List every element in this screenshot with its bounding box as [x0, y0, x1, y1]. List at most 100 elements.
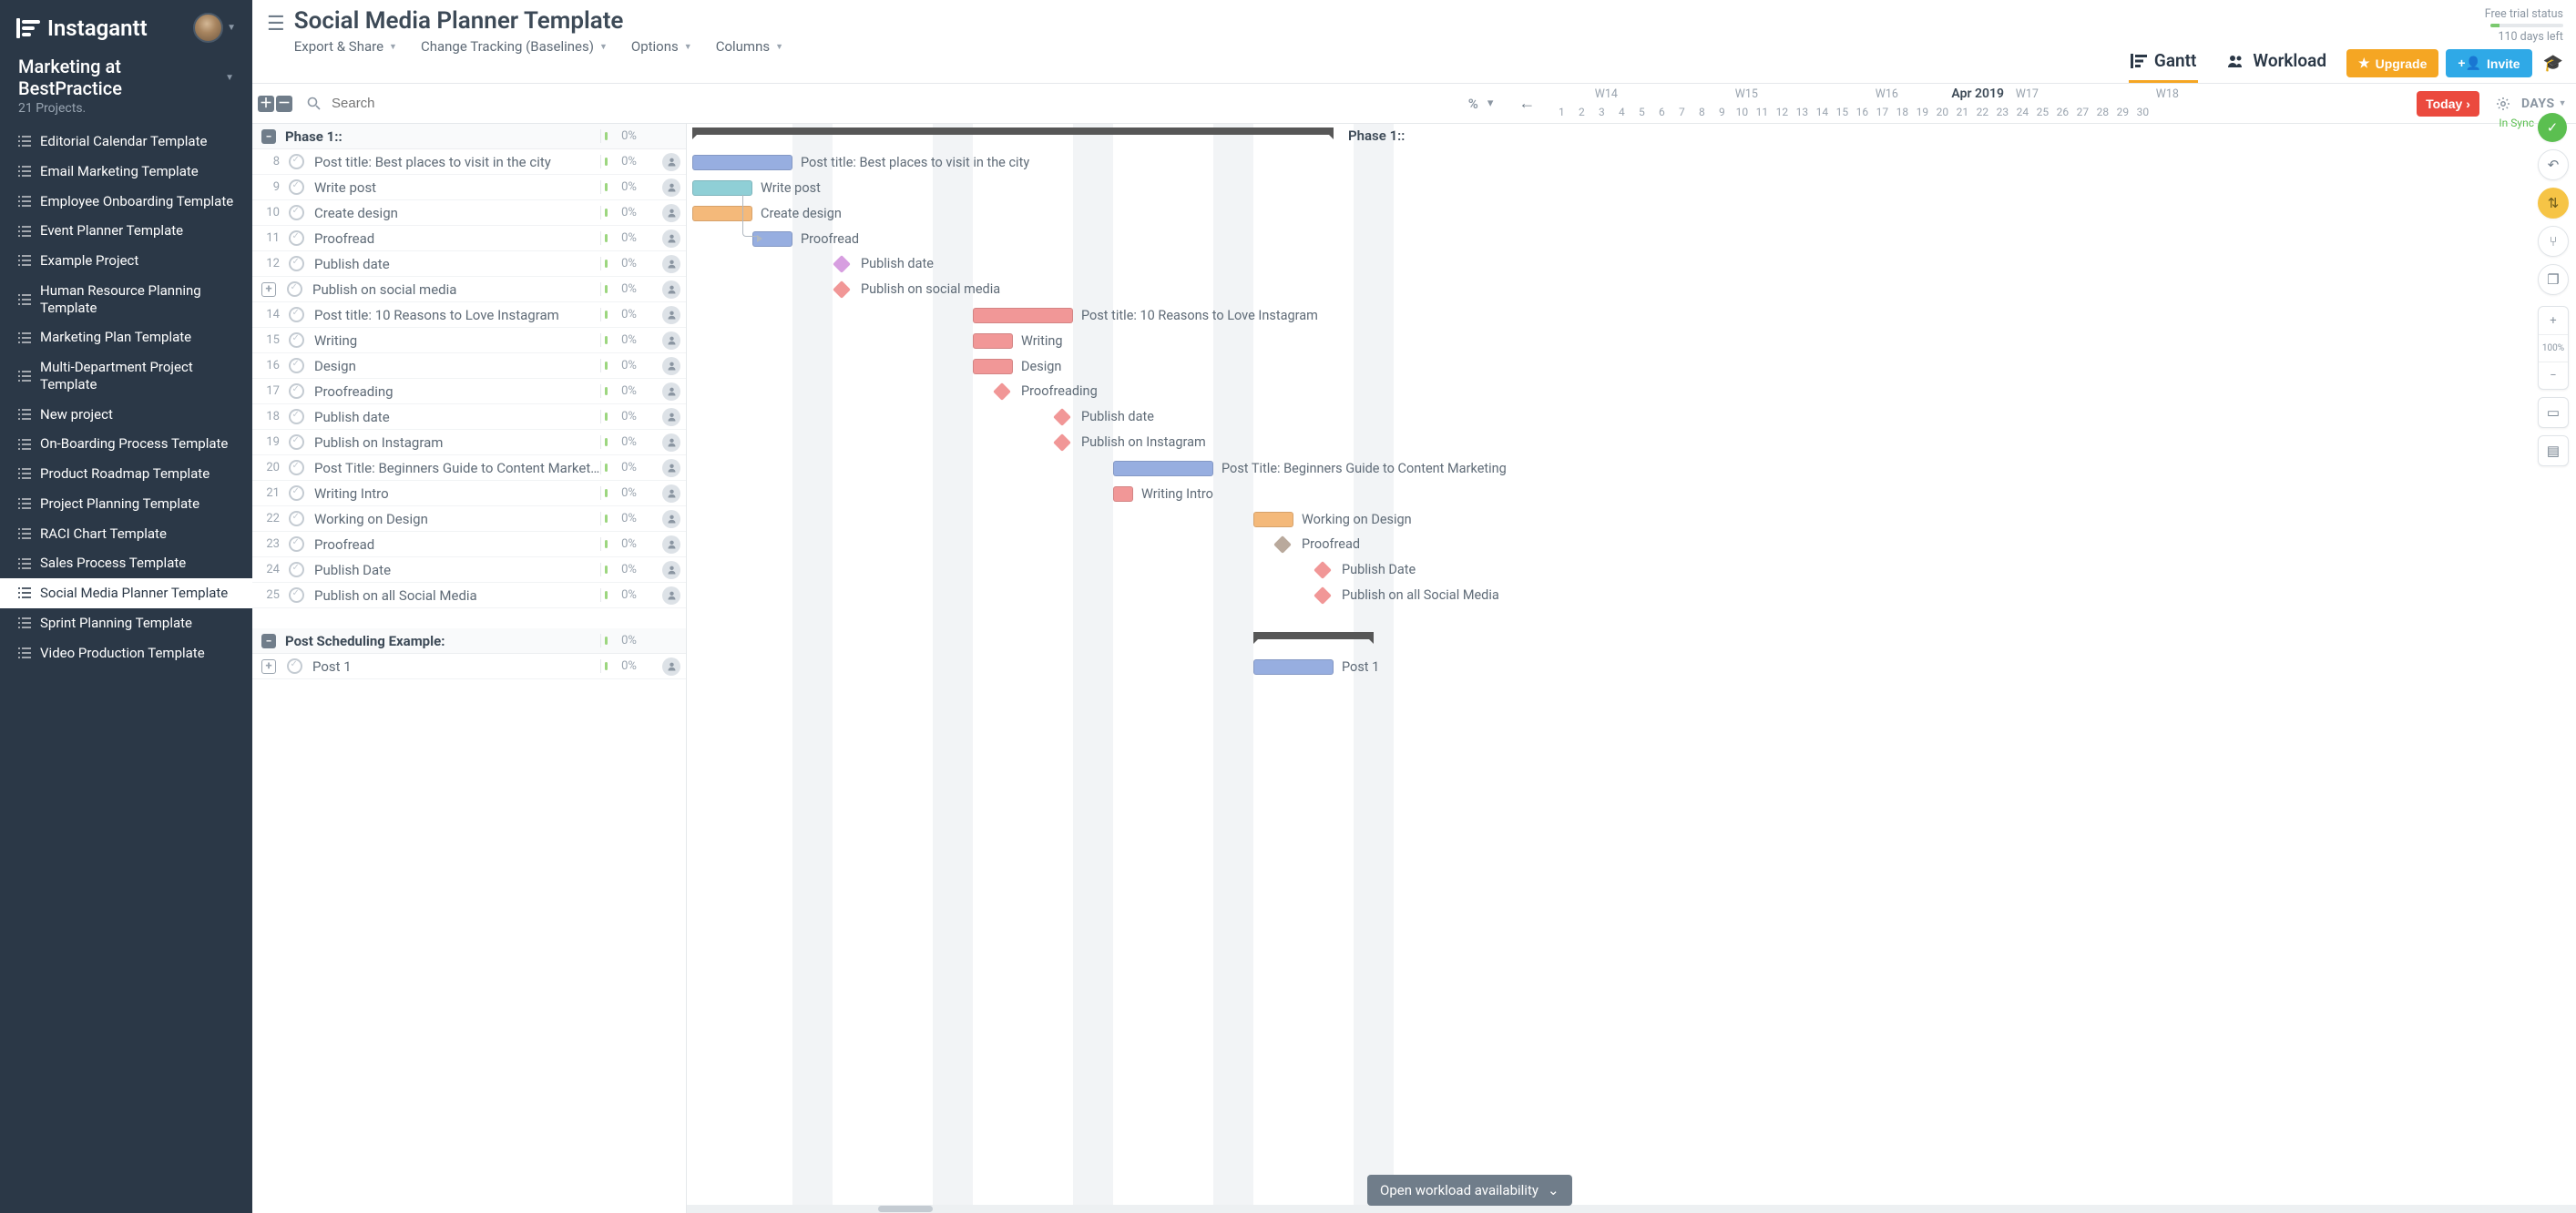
assignee-icon[interactable]: [662, 178, 680, 197]
complete-toggle[interactable]: [289, 154, 304, 169]
sidebar-project-item[interactable]: Marketing Plan Template: [0, 322, 252, 352]
copy-button[interactable]: ❐: [2538, 264, 2569, 295]
view-workload[interactable]: Workload: [2225, 45, 2328, 83]
sidebar-project-item[interactable]: New project: [0, 400, 252, 430]
task-row[interactable]: 9 Write post 0%: [252, 175, 686, 200]
milestone[interactable]: [1314, 561, 1332, 579]
sidebar-project-item[interactable]: Employee Onboarding Template: [0, 187, 252, 217]
gantt-bar[interactable]: Post title: Best places to visit in the …: [692, 155, 792, 170]
complete-toggle[interactable]: [289, 587, 304, 603]
complete-toggle[interactable]: [289, 332, 304, 348]
complete-toggle[interactable]: [289, 536, 304, 552]
sidebar-project-item[interactable]: Project Planning Template: [0, 489, 252, 519]
complete-toggle[interactable]: [289, 485, 304, 501]
complete-toggle[interactable]: [289, 383, 304, 399]
assignee-icon[interactable]: [662, 408, 680, 426]
branch-button[interactable]: ⑂: [2538, 226, 2569, 257]
task-row[interactable]: 23 Proofread 0%: [252, 532, 686, 557]
complete-toggle[interactable]: [289, 562, 304, 577]
task-row[interactable]: 25 Publish on all Social Media 0%: [252, 583, 686, 608]
assignee-icon[interactable]: [662, 382, 680, 401]
timescale-dropdown[interactable]: DAYS▼: [2521, 97, 2571, 111]
assignee-icon[interactable]: [662, 357, 680, 375]
task-row[interactable]: 10 Create design 0%: [252, 200, 686, 226]
upgrade-button[interactable]: ★Upgrade: [2346, 49, 2438, 77]
zoom-in-button[interactable]: +: [2539, 307, 2568, 334]
task-row[interactable]: 15 Writing 0%: [252, 328, 686, 353]
complete-toggle[interactable]: [289, 358, 304, 373]
task-row[interactable]: 18 Publish date 0%: [252, 404, 686, 430]
gantt-bar[interactable]: Post title: 10 Reasons to Love Instagram: [973, 308, 1073, 323]
sidebar-project-item[interactable]: Email Marketing Template: [0, 157, 252, 187]
assignee-icon[interactable]: [662, 280, 680, 299]
menu-options[interactable]: Options▼: [631, 38, 692, 55]
assignee-icon[interactable]: [662, 459, 680, 477]
minimap-button[interactable]: ▭: [2538, 397, 2569, 428]
task-row[interactable]: 17 Proofreading 0%: [252, 379, 686, 404]
summary-bar[interactable]: [1253, 632, 1374, 639]
open-workload-button[interactable]: Open workload availability ⌄: [1367, 1175, 1572, 1206]
complete-toggle[interactable]: [289, 434, 304, 450]
search-input[interactable]: [332, 96, 605, 111]
assignee-icon[interactable]: [662, 510, 680, 528]
assignee-icon[interactable]: [662, 153, 680, 171]
milestone[interactable]: [1314, 586, 1332, 605]
back-arrow-icon[interactable]: ←: [1513, 94, 1546, 113]
menu-change-tracking[interactable]: Change Tracking (Baselines)▼: [421, 38, 608, 55]
assignee-icon[interactable]: [662, 255, 680, 273]
complete-toggle[interactable]: [287, 658, 302, 674]
sidebar-project-item[interactable]: Video Production Template: [0, 638, 252, 668]
invite-button[interactable]: +👤Invite: [2446, 49, 2531, 77]
complete-toggle[interactable]: [289, 230, 304, 246]
milestone[interactable]: [1273, 535, 1292, 554]
percent-toggle[interactable]: %: [1468, 96, 1482, 112]
sidebar-project-item[interactable]: Multi-Department Project Template: [0, 352, 252, 400]
today-button[interactable]: Today›: [2417, 91, 2479, 117]
gantt-bar[interactable]: Design: [973, 359, 1013, 374]
milestone[interactable]: [1053, 433, 1071, 452]
summary-bar[interactable]: [692, 127, 1334, 135]
sidebar-project-item[interactable]: Sprint Planning Template: [0, 608, 252, 638]
assignee-icon[interactable]: [662, 229, 680, 248]
milestone[interactable]: [833, 255, 851, 273]
assignee-icon[interactable]: [662, 561, 680, 579]
sidebar-project-item[interactable]: Product Roadmap Template: [0, 459, 252, 489]
collapse-all-button[interactable]: －: [276, 96, 292, 112]
task-row[interactable]: 12 Publish date 0%: [252, 251, 686, 277]
gantt-bar[interactable]: Working on Design: [1253, 512, 1293, 527]
milestone[interactable]: [993, 382, 1011, 401]
complete-toggle[interactable]: [289, 179, 304, 195]
milestone[interactable]: [833, 280, 851, 299]
assignee-icon[interactable]: [662, 204, 680, 222]
view-gantt[interactable]: Gantt: [2129, 45, 2199, 83]
sync-ok-button[interactable]: ✓: [2538, 113, 2567, 142]
expand-all-button[interactable]: ＋: [258, 96, 274, 112]
task-row[interactable]: 21 Writing Intro 0%: [252, 481, 686, 506]
task-row[interactable]: 22 Working on Design 0%: [252, 506, 686, 532]
layers-button[interactable]: ▤: [2538, 435, 2569, 466]
sidebar-project-item[interactable]: Human Resource Planning Template: [0, 276, 252, 323]
assignee-icon[interactable]: [662, 657, 680, 676]
menu-export[interactable]: Export & Share▼: [294, 38, 397, 55]
sidebar-project-item[interactable]: On-Boarding Process Template: [0, 429, 252, 459]
task-row[interactable]: 16 Design 0%: [252, 353, 686, 379]
sidebar-project-item[interactable]: Example Project: [0, 246, 252, 276]
task-row[interactable]: + Post 1 0%: [252, 654, 686, 679]
complete-toggle[interactable]: [289, 256, 304, 271]
section-header[interactable]: − Post Scheduling Example: 0%: [252, 628, 686, 654]
task-row[interactable]: 14 Post title: 10 Reasons to Love Instag…: [252, 302, 686, 328]
filter-icon[interactable]: ▾: [1487, 97, 1508, 110]
collapse-icon[interactable]: −: [261, 634, 276, 648]
assignee-icon[interactable]: [662, 535, 680, 554]
collapse-icon[interactable]: −: [261, 129, 276, 144]
section-header[interactable]: − Phase 1:: 0%: [252, 124, 686, 149]
complete-toggle[interactable]: [289, 307, 304, 322]
task-row[interactable]: 11 Proofread 0%: [252, 226, 686, 251]
assignee-icon[interactable]: [662, 586, 680, 605]
milestone[interactable]: [1053, 408, 1071, 426]
zoom-out-button[interactable]: −: [2539, 362, 2568, 389]
gantt-bar[interactable]: Writing: [973, 333, 1013, 349]
task-row[interactable]: 20 Post Title: Beginners Guide to Conten…: [252, 455, 686, 481]
complete-toggle[interactable]: [289, 511, 304, 526]
expand-subtasks-icon[interactable]: +: [261, 282, 276, 297]
